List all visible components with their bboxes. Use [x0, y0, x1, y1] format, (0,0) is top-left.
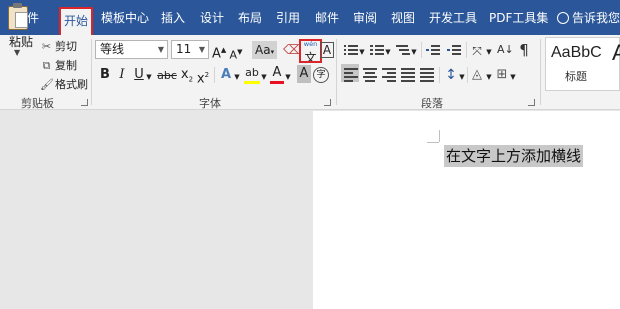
scissors-icon: ✂ [41, 40, 52, 53]
font-group-label: 字体 [199, 97, 221, 110]
multilevel-list-icon[interactable] [396, 44, 410, 56]
paragraph-launcher[interactable] [528, 99, 535, 106]
format-painter-button[interactable]: 🖌格式刷 [40, 76, 88, 92]
underline-button[interactable]: U [133, 65, 145, 85]
bullets-icon[interactable] [344, 44, 358, 56]
chevron-down-icon: ▼ [157, 45, 164, 54]
chevron-down-icon[interactable]: ▼ [410, 42, 418, 62]
text-effects-button[interactable]: A [219, 65, 233, 85]
font-launcher[interactable] [324, 99, 331, 106]
tab-design[interactable]: 设计 [200, 0, 224, 35]
group-separator [421, 42, 422, 58]
chevron-down-icon[interactable]: ▼ [485, 67, 493, 87]
chinese-layout-icon[interactable]: ⤧ [469, 41, 485, 61]
justify-icon[interactable] [401, 68, 415, 82]
numbering-icon[interactable] [370, 44, 384, 56]
shading-bucket-icon[interactable]: ◬ [469, 65, 485, 85]
group-separator [91, 39, 92, 105]
cut-button[interactable]: ✂ 剪切 [40, 38, 77, 54]
bold-button[interactable]: B [99, 65, 111, 85]
paste-dropdown-arrow[interactable]: ▼ [14, 48, 20, 57]
enclose-characters-button[interactable]: 字 [313, 67, 329, 83]
paintbrush-icon: 🖌 [40, 78, 54, 91]
copy-button[interactable]: ⧉ 复制 [40, 57, 77, 73]
highlight-color-button[interactable]: ab [244, 65, 260, 84]
chevron-down-icon[interactable]: ▼ [233, 67, 241, 87]
subscript-button[interactable]: x2 [180, 65, 194, 85]
group-separator [336, 39, 337, 105]
grow-font-button[interactable]: A▲ [212, 40, 226, 61]
margin-corner-mark [439, 130, 440, 142]
tab-view[interactable]: 视图 [391, 0, 415, 35]
font-size-combo[interactable]: 11 ▼ [171, 40, 209, 59]
strikethrough-button[interactable]: abc [157, 66, 177, 86]
document-page[interactable] [313, 111, 620, 309]
chevron-down-icon[interactable]: ▼ [509, 67, 517, 87]
chevron-down-icon[interactable]: ▼ [284, 67, 292, 87]
align-left-icon[interactable] [344, 68, 358, 82]
chevron-down-icon: ▼ [198, 45, 205, 54]
clipboard-launcher[interactable] [81, 99, 88, 106]
lightbulb-icon [557, 12, 569, 24]
clear-formatting-icon[interactable]: ⌫ [283, 41, 301, 61]
borders-icon[interactable]: ⊞ [495, 65, 509, 85]
chevron-down-icon[interactable]: ▼ [384, 42, 392, 62]
align-center-icon[interactable] [363, 68, 377, 82]
increase-indent-icon[interactable] [447, 44, 461, 56]
tab-mailings[interactable]: 邮件 [315, 0, 339, 35]
paste-icon[interactable] [8, 3, 28, 30]
align-right-icon[interactable] [382, 68, 396, 82]
character-border-button[interactable]: A [320, 42, 334, 58]
shrink-font-button[interactable]: A▼ [229, 42, 243, 62]
font-color-button[interactable]: A [270, 65, 284, 84]
tell-me-search[interactable]: 告诉我您 [557, 0, 620, 35]
group-separator [467, 67, 468, 83]
margin-corner-mark [427, 142, 439, 143]
paste-button[interactable]: 粘贴 [9, 33, 33, 50]
style-next-sample[interactable]: A [612, 40, 620, 66]
tab-layout[interactable]: 布局 [238, 0, 262, 35]
phonetic-guide-highlight [299, 39, 322, 63]
group-separator [540, 39, 541, 105]
tab-template-center[interactable]: 模板中心 [101, 0, 149, 35]
tab-developer[interactable]: 开发工具 [429, 0, 477, 35]
distributed-icon[interactable] [420, 68, 434, 82]
chevron-down-icon[interactable]: ▼ [358, 42, 366, 62]
chevron-down-icon[interactable]: ▼ [458, 67, 466, 87]
decrease-indent-icon[interactable] [426, 44, 440, 56]
chevron-down-icon[interactable]: ▼ [485, 42, 493, 62]
character-shading-button[interactable]: A [297, 65, 311, 83]
chevron-down-icon[interactable]: ▼ [260, 67, 268, 87]
italic-button[interactable]: I [117, 65, 127, 85]
tab-pdf-tools[interactable]: PDF工具集 [489, 0, 548, 35]
style-heading-name: 标题 [565, 70, 587, 83]
copy-icon: ⧉ [42, 59, 51, 72]
change-case-button[interactable]: Aa▾ [252, 41, 277, 59]
line-spacing-icon[interactable]: ↕ [444, 65, 458, 85]
group-separator [214, 67, 215, 83]
paragraph-group-label: 段落 [421, 97, 443, 110]
tell-me-label: 告诉我您 [572, 11, 620, 25]
font-name-combo[interactable]: 等线 ▼ [95, 40, 168, 59]
group-separator [439, 67, 440, 83]
selected-document-text[interactable]: 在文字上方添加横线 [444, 145, 584, 167]
underline-dropdown-arrow[interactable]: ▼ [145, 67, 153, 87]
superscript-button[interactable]: x2 [196, 65, 210, 86]
tab-home[interactable]: 开始 [59, 7, 94, 35]
clipboard-group-label: 剪贴板 [21, 97, 54, 110]
tab-references[interactable]: 引用 [276, 0, 300, 35]
ribbon-tab-bar: 文件 开始 模板中心 插入 设计 布局 引用 邮件 审阅 视图 开发工具 PDF… [0, 0, 620, 35]
group-separator [466, 42, 467, 58]
tab-review[interactable]: 审阅 [353, 0, 377, 35]
tab-insert[interactable]: 插入 [161, 0, 185, 35]
style-heading-sample: AaBbC [551, 44, 602, 61]
sort-icon[interactable]: A↓ [497, 40, 514, 60]
show-marks-icon[interactable]: ¶ [517, 40, 531, 60]
